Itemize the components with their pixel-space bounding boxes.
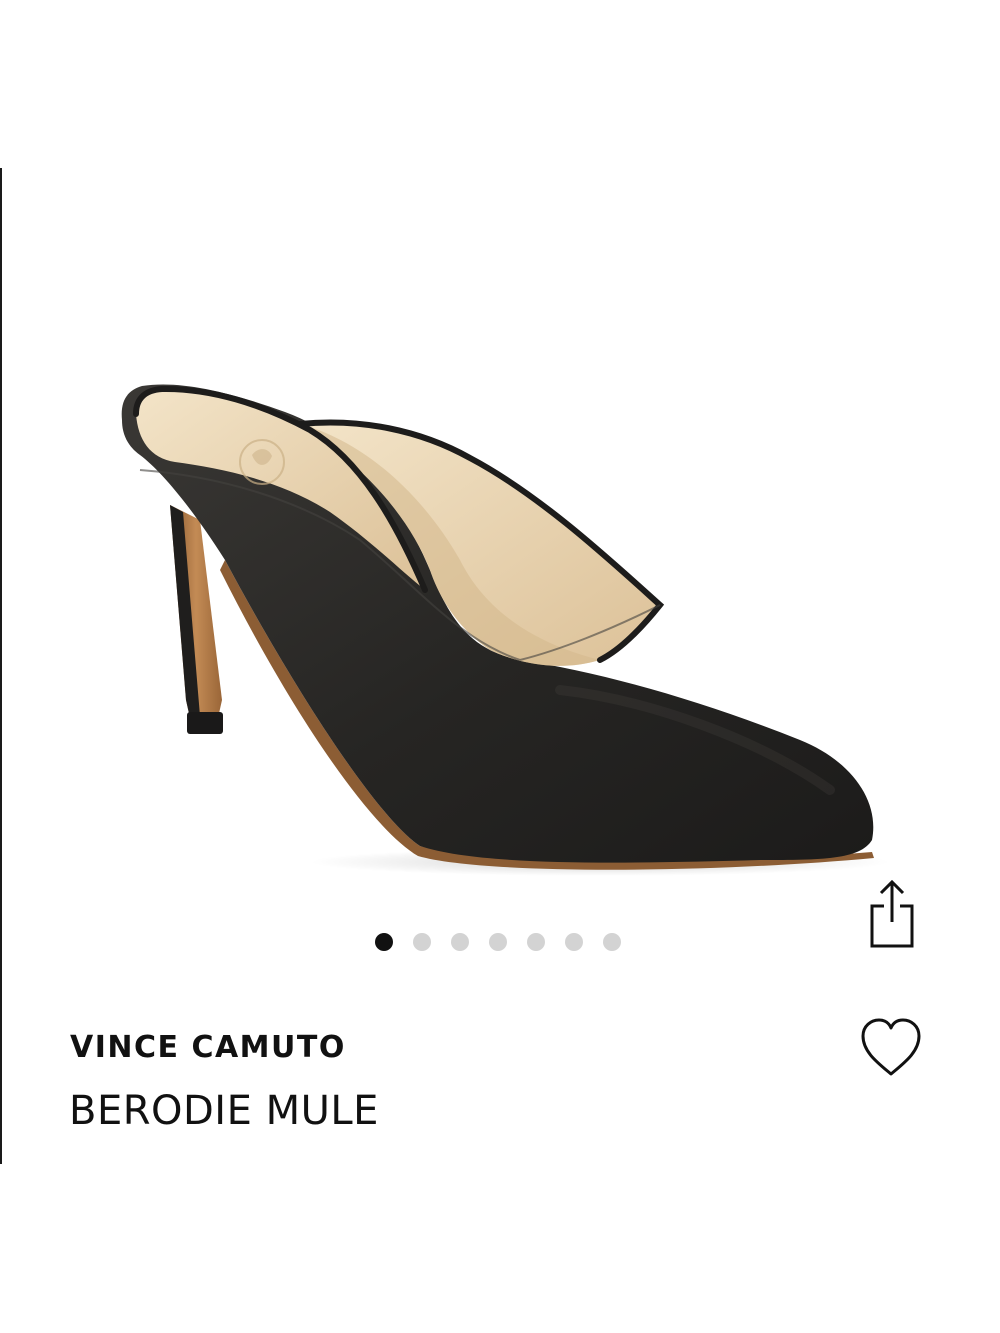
product-brand[interactable]: VINCE CAMUTO bbox=[70, 1030, 346, 1065]
carousel-dot-4[interactable] bbox=[489, 933, 507, 951]
carousel-dot-6[interactable] bbox=[565, 933, 583, 951]
carousel-dot-1[interactable] bbox=[375, 933, 393, 951]
carousel-dot-5[interactable] bbox=[527, 933, 545, 951]
image-carousel-indicator bbox=[375, 932, 621, 952]
product-title: BERODIE MULE bbox=[69, 1088, 379, 1134]
carousel-dot-7[interactable] bbox=[603, 933, 621, 951]
shoe-illustration bbox=[121, 384, 890, 876]
wishlist-button[interactable] bbox=[858, 1016, 924, 1080]
product-image[interactable] bbox=[0, 0, 1000, 900]
heart-outline-icon bbox=[861, 1018, 921, 1076]
share-button[interactable] bbox=[862, 876, 920, 950]
carousel-dot-3[interactable] bbox=[451, 933, 469, 951]
share-icon bbox=[870, 879, 914, 948]
carousel-dot-2[interactable] bbox=[413, 933, 431, 951]
